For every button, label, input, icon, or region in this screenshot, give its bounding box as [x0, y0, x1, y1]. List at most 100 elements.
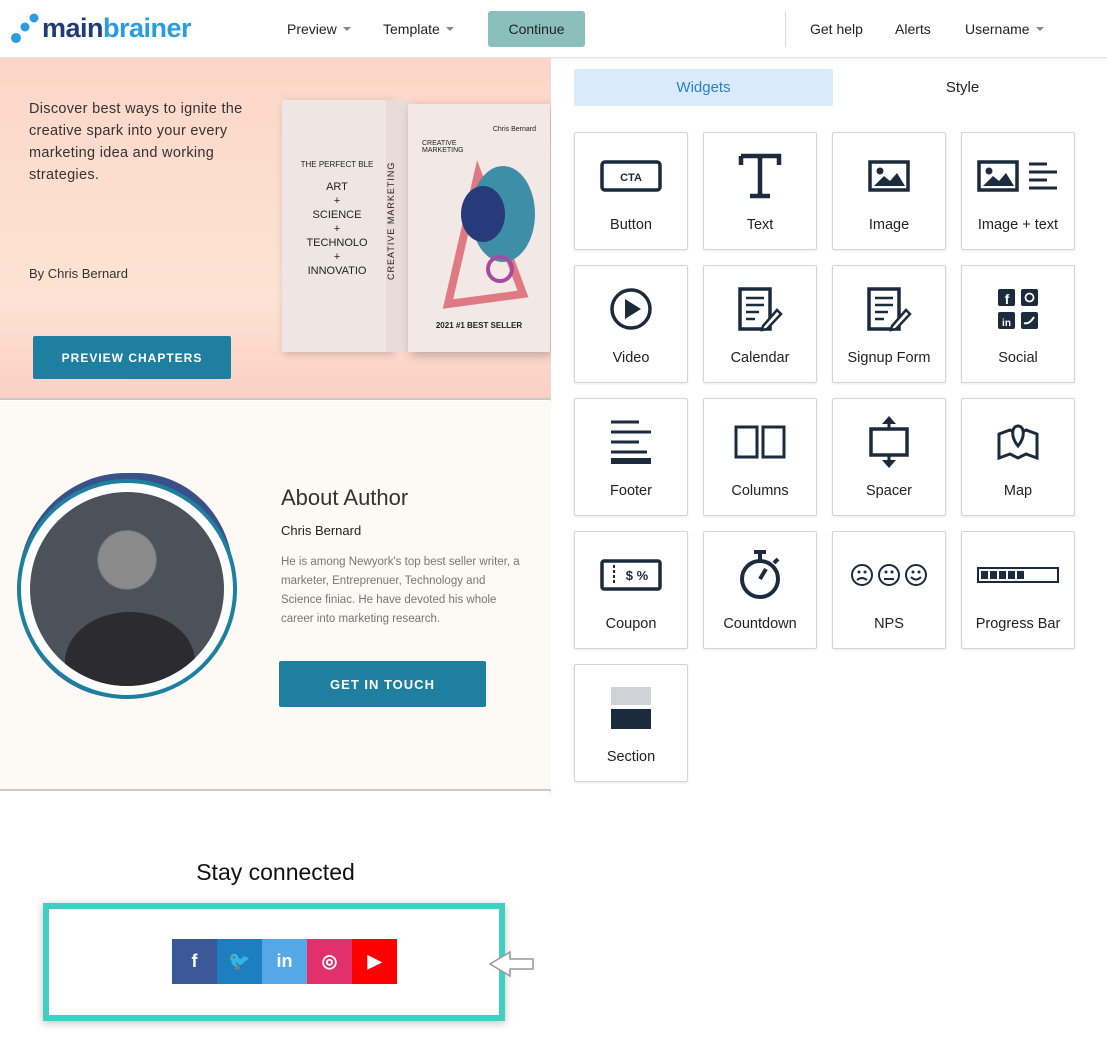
columns-icon [704, 415, 816, 469]
widget-map[interactable]: Map [961, 398, 1075, 516]
get-in-touch-button[interactable]: GET IN TOUCH [279, 661, 486, 707]
widget-label: Video [612, 350, 650, 366]
caret-down-icon [342, 27, 351, 31]
widget-label: Social [998, 350, 1038, 366]
widget-label: Image [868, 217, 910, 233]
widget-label: Text [746, 217, 774, 233]
widget-video[interactable]: Video [574, 265, 688, 383]
twitter-icon[interactable]: 🐦 [217, 939, 262, 984]
stay-connected-section[interactable]: Stay connected f 🐦 in ◎ ▶ [0, 793, 551, 1049]
hero-section[interactable]: Discover best ways to ignite the creativ… [0, 58, 551, 400]
facebook-icon[interactable]: f [172, 939, 217, 984]
widgets-panel: Widgets Style CTA Button Text Image Image + … [552, 58, 1107, 1049]
widget-label: Signup Form [847, 350, 931, 366]
svg-text:in: in [1002, 318, 1011, 329]
widget-label: Calendar [730, 350, 790, 366]
widget-social[interactable]: f in Social [961, 265, 1075, 383]
widget-nps[interactable]: NPS [832, 531, 946, 649]
about-author-section[interactable]: About Author Chris Bernard He is among N… [0, 401, 551, 791]
caret-down-icon [1035, 27, 1044, 31]
book-badge: 2021 #1 BEST SELLER [435, 321, 523, 330]
svg-text:f: f [1005, 291, 1010, 307]
widget-coupon[interactable]: $ % Coupon [574, 531, 688, 649]
svg-text:$ %: $ % [626, 568, 649, 583]
social-icons-row: f 🐦 in ◎ ▶ [172, 939, 397, 984]
widget-progress-bar[interactable]: Progress Bar [961, 531, 1075, 649]
widget-label: Image + text [977, 217, 1059, 233]
template-label: Template [383, 21, 440, 37]
logo-text-main: main [42, 12, 104, 43]
book-cover-text: + [333, 251, 341, 263]
widget-label: Columns [731, 483, 789, 499]
logo-text-brainer: brainer [103, 12, 192, 43]
widget-label: NPS [874, 616, 904, 632]
widget-label: Map [1003, 483, 1033, 499]
widget-label: Footer [610, 483, 652, 499]
image-text-icon [962, 149, 1074, 203]
preview-menu[interactable]: Preview [287, 0, 351, 58]
book-cover-text: THE PERFECT BLE [300, 160, 374, 169]
widget-calendar[interactable]: Calendar [703, 265, 817, 383]
widget-image[interactable]: Image [832, 132, 946, 250]
about-title: About Author [281, 485, 409, 510]
widget-label: Spacer [866, 483, 912, 499]
widget-footer[interactable]: Footer [574, 398, 688, 516]
selected-block-outline[interactable]: f 🐦 in ◎ ▶ [43, 903, 505, 1021]
caret-down-icon [445, 27, 454, 31]
username-label: Username [965, 21, 1030, 37]
template-menu[interactable]: Template [383, 0, 454, 58]
logo-dots-icon [11, 13, 39, 43]
widget-label: Button [610, 217, 652, 233]
stopwatch-icon [704, 548, 816, 602]
spacer-icon [833, 415, 945, 469]
divider [785, 11, 786, 47]
book-cover-text: + [333, 195, 341, 207]
author-name: Chris Bernard [281, 523, 362, 538]
widget-spacer[interactable]: Spacer [832, 398, 946, 516]
widget-columns[interactable]: Columns [703, 398, 817, 516]
widget-label: Countdown [723, 616, 797, 632]
book-front-author: Chris Bernard [492, 126, 536, 133]
hero-text: Discover best ways to ignite the creativ… [29, 101, 243, 183]
cta-button-icon: CTA [575, 149, 687, 203]
video-play-icon [575, 282, 687, 336]
email-canvas: Discover best ways to ignite the creativ… [0, 58, 551, 1049]
widget-countdown[interactable]: Countdown [703, 531, 817, 649]
image-icon [833, 149, 945, 203]
top-header: main brainer Preview Template Continue Ge… [0, 0, 1107, 58]
get-help-link[interactable]: Get help [810, 0, 863, 58]
widget-signup-form[interactable]: Signup Form [832, 265, 946, 383]
section-icon [575, 681, 687, 735]
hero-byline: By Chris Bernard [29, 266, 128, 281]
youtube-icon[interactable]: ▶ [352, 939, 397, 984]
linkedin-icon[interactable]: in [262, 939, 307, 984]
book-image: THE PERFECT BLE ART + SCIENCE + TECHNOLO… [282, 100, 551, 355]
book-spine-text: CREATIVE MARKETING [386, 161, 396, 281]
widget-section[interactable]: Section [574, 664, 688, 782]
widget-image-text[interactable]: Image + text [961, 132, 1075, 250]
widget-label: Progress Bar [975, 616, 1061, 632]
widget-text[interactable]: Text [703, 132, 817, 250]
continue-button[interactable]: Continue [488, 11, 585, 47]
author-photo [17, 479, 237, 699]
instagram-icon[interactable]: ◎ [307, 939, 352, 984]
preview-label: Preview [287, 21, 337, 37]
footer-icon [575, 415, 687, 469]
preview-chapters-button[interactable]: PREVIEW CHAPTERS [33, 336, 231, 379]
progress-bar-icon [962, 548, 1074, 602]
widget-label: Coupon [605, 616, 657, 632]
tab-widgets[interactable]: Widgets [574, 69, 833, 106]
signup-form-icon [833, 282, 945, 336]
book-art-illustration [442, 160, 535, 309]
mainbrainer-logo[interactable]: main brainer [10, 12, 192, 44]
book-cover-text: SCIENCE [312, 209, 362, 221]
social-icon: f in [962, 282, 1074, 336]
nps-faces-icon [833, 548, 945, 602]
tab-style[interactable]: Style [833, 69, 1092, 106]
book-cover-text: INNOVATIO [307, 265, 367, 277]
username-menu[interactable]: Username [965, 0, 1044, 58]
book-cover-text: + [333, 223, 341, 235]
svg-text:CTA: CTA [620, 172, 642, 184]
widget-button[interactable]: CTA Button [574, 132, 688, 250]
alerts-link[interactable]: Alerts [895, 0, 931, 58]
